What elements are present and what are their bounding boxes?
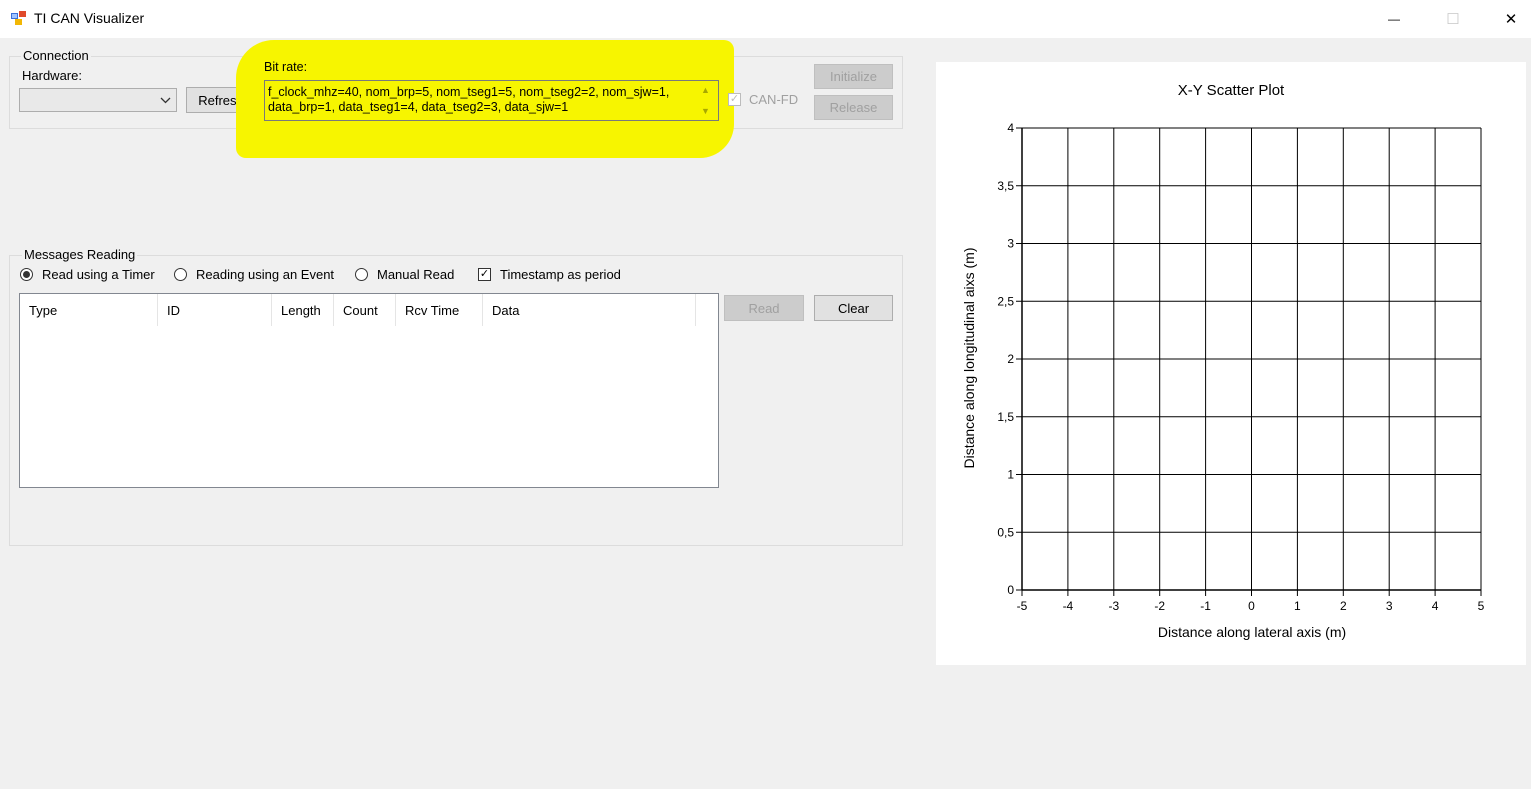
bitrate-textbox[interactable]: f_clock_mhz=40, nom_brp=5, nom_tseg1=5, … — [264, 80, 719, 121]
messages-group-label: Messages Reading — [22, 247, 138, 262]
y-tick-label: 3,5 — [997, 179, 1014, 193]
x-tick-label: 3 — [1386, 599, 1393, 613]
column-header-data[interactable]: Data — [483, 294, 696, 326]
hardware-combobox[interactable] — [19, 88, 177, 112]
app-icon — [11, 11, 26, 25]
window-title: TI CAN Visualizer — [34, 10, 145, 26]
column-header-rcv-time[interactable]: Rcv Time — [396, 294, 483, 326]
clear-button[interactable]: Clear — [814, 295, 893, 321]
y-tick-label: 1 — [1007, 468, 1014, 482]
canfd-label: CAN-FD — [749, 92, 799, 107]
column-header-count[interactable]: Count — [334, 294, 396, 326]
maximize-icon: ☐ — [1446, 11, 1460, 28]
canfd-checkbox[interactable]: ✓ — [728, 93, 741, 106]
x-tick-label: 0 — [1248, 599, 1255, 613]
scroll-down-icon[interactable]: ▼ — [701, 106, 710, 116]
initialize-button[interactable]: Initialize — [814, 64, 893, 89]
y-tick-label: 3 — [1007, 237, 1014, 251]
x-tick-label: 4 — [1432, 599, 1439, 613]
column-header-length[interactable]: Length — [272, 294, 334, 326]
radio-timer[interactable] — [20, 268, 33, 281]
minimize-button[interactable]: — — [1365, 0, 1423, 38]
title-bar: TI CAN Visualizer — ☐ ✕ — [0, 0, 1531, 38]
hardware-label: Hardware: — [22, 68, 82, 83]
messages-listview[interactable]: Type ID Length Count Rcv Time Data — [19, 293, 719, 488]
check-icon: ✓ — [479, 268, 490, 280]
x-tick-label: -2 — [1154, 599, 1165, 613]
chevron-down-icon — [160, 97, 171, 104]
x-tick-label: -1 — [1200, 599, 1211, 613]
y-tick-label: 0,5 — [997, 525, 1014, 539]
x-tick-label: -3 — [1108, 599, 1119, 613]
minimize-icon: — — [1388, 12, 1400, 26]
scroll-up-icon[interactable]: ▲ — [701, 85, 710, 95]
connection-group-label: Connection — [21, 48, 91, 63]
x-tick-label: 5 — [1478, 599, 1485, 613]
x-axis-label: Distance along lateral axis (m) — [1158, 624, 1346, 640]
check-icon: ✓ — [729, 93, 740, 105]
radio-manual[interactable] — [355, 268, 368, 281]
chart-ticks: -5 -4 -3 -2 -1 0 1 2 3 4 5 0 0,5 1 1,5 2 2,5 3 3,5 4 — [997, 121, 1484, 613]
y-tick-label: 0 — [1007, 583, 1014, 597]
maximize-button[interactable]: ☐ — [1424, 0, 1482, 38]
close-icon: ✕ — [1504, 11, 1518, 28]
scatter-chart: X-Y Scatter Plot -5 -4 -3 -2 -1 0 1 2 3 4 5 0 0,5 1 1,… — [936, 62, 1526, 665]
x-tick-label: 2 — [1340, 599, 1347, 613]
x-tick-label: -5 — [1017, 599, 1028, 613]
column-header-id[interactable]: ID — [158, 294, 272, 326]
read-button[interactable]: Read — [724, 295, 804, 321]
column-header-type[interactable]: Type — [20, 294, 158, 326]
chart-grid — [1021, 127, 1482, 591]
chart-svg: X-Y Scatter Plot -5 -4 -3 -2 -1 0 1 2 3 4 5 0 0,5 1 1,… — [961, 82, 1485, 640]
timestamp-checkbox[interactable]: ✓ — [478, 268, 491, 281]
x-tick-label: 1 — [1294, 599, 1301, 613]
y-axis-label: Distance along longitudinal aixs (m) — [961, 248, 977, 469]
close-button[interactable]: ✕ — [1482, 0, 1531, 38]
y-tick-label: 2,5 — [997, 294, 1014, 308]
y-tick-label: 4 — [1007, 121, 1014, 135]
radio-event-label: Reading using an Event — [196, 267, 335, 282]
y-tick-label: 1,5 — [997, 410, 1014, 424]
chart-title: X-Y Scatter Plot — [1178, 82, 1285, 99]
x-tick-label: -4 — [1063, 599, 1074, 613]
radio-selected-dot — [23, 271, 30, 278]
radio-manual-label: Manual Read — [377, 267, 455, 282]
release-button[interactable]: Release — [814, 95, 893, 120]
radio-timer-label: Read using a Timer — [42, 267, 155, 282]
bitrate-label: Bit rate: — [264, 60, 308, 74]
y-tick-label: 2 — [1007, 352, 1014, 366]
timestamp-label: Timestamp as period — [500, 267, 621, 282]
radio-event[interactable] — [174, 268, 187, 281]
